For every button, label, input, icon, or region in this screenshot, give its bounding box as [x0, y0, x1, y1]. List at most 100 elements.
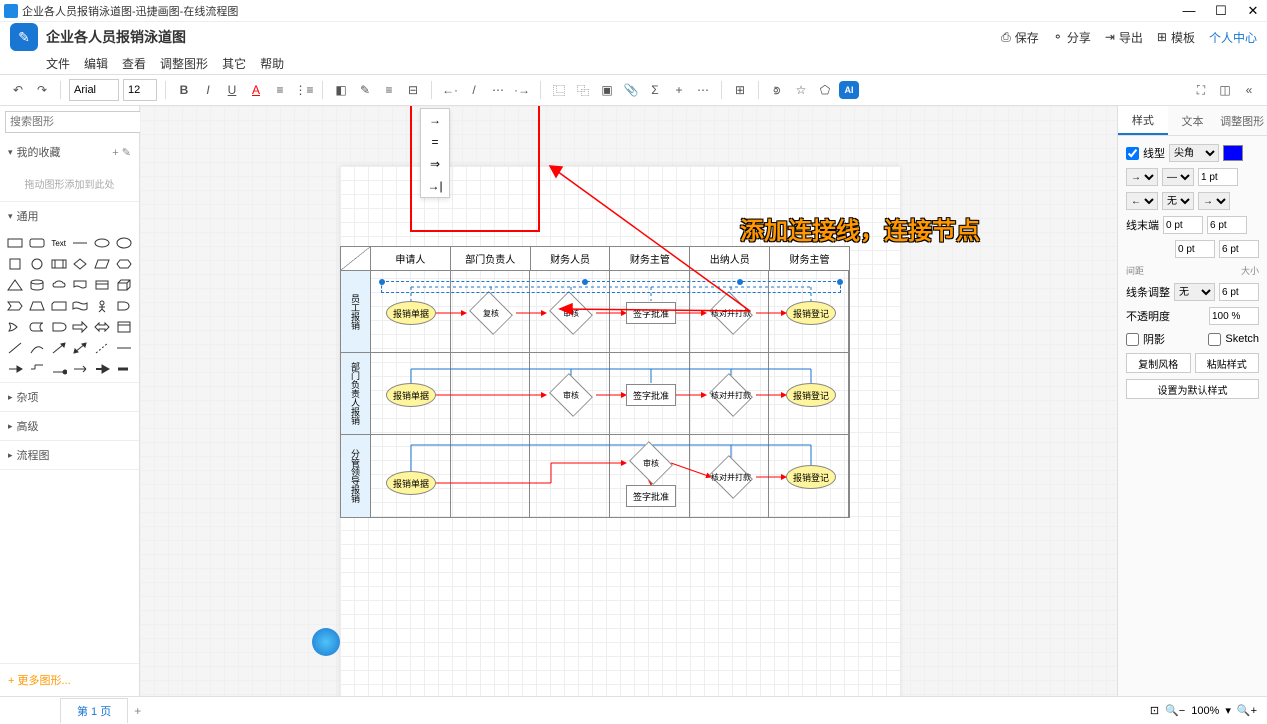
- node-apply[interactable]: 报销单据: [386, 383, 436, 407]
- align-h-button[interactable]: ≡: [379, 80, 399, 100]
- group-button[interactable]: ⿺: [549, 80, 569, 100]
- connector-arrow[interactable]: →: [421, 109, 449, 131]
- shape-cylinder[interactable]: [28, 276, 47, 294]
- swimlane[interactable]: 申请人 部门负责人 财务人员 财务主管 出纳人员 财务主管 员工报销: [340, 246, 850, 518]
- add-button[interactable]: +: [669, 80, 689, 100]
- fill-button[interactable]: ◧: [331, 80, 351, 100]
- node-review[interactable]: 复核: [471, 299, 511, 327]
- shape-darrow[interactable]: [93, 318, 112, 336]
- line-type-check[interactable]: [1126, 147, 1139, 160]
- tab-adjust[interactable]: 调整图形: [1217, 106, 1267, 135]
- list-button[interactable]: ⋮≡: [294, 80, 314, 100]
- shape-rect[interactable]: [6, 234, 25, 252]
- end-size-3[interactable]: [1175, 240, 1215, 258]
- shape-actor[interactable]: [93, 297, 112, 315]
- shape-cube[interactable]: [114, 276, 133, 294]
- shape-line2[interactable]: [6, 339, 25, 357]
- end-size-4[interactable]: [1219, 240, 1259, 258]
- shape-dash[interactable]: [93, 339, 112, 357]
- shape-note[interactable]: [114, 318, 133, 336]
- line-type-select[interactable]: 尖角: [1169, 144, 1219, 162]
- shape-process[interactable]: [49, 255, 68, 273]
- node-register[interactable]: 报销登记: [786, 301, 836, 325]
- layout-button[interactable]: ◫: [1215, 80, 1235, 100]
- assistant-avatar[interactable]: [312, 628, 340, 656]
- profile-button[interactable]: 个人中心: [1209, 29, 1257, 46]
- line-style-select[interactable]: —: [1162, 168, 1194, 186]
- menu-view[interactable]: 查看: [122, 55, 146, 72]
- shape-square[interactable]: [6, 255, 25, 273]
- menu-file[interactable]: 文件: [46, 55, 70, 72]
- shadow-check[interactable]: [1126, 333, 1139, 346]
- shape-oval[interactable]: [114, 234, 133, 252]
- shape-arrow2[interactable]: [71, 318, 90, 336]
- zoom-dropdown[interactable]: ▾: [1225, 704, 1231, 717]
- connector-thick[interactable]: ⇒: [421, 153, 449, 175]
- shape-db[interactable]: [93, 276, 112, 294]
- set-default-button[interactable]: 设置为默认样式: [1126, 379, 1259, 399]
- shape-curve[interactable]: [28, 339, 47, 357]
- shape-and[interactable]: [114, 297, 133, 315]
- undo-button[interactable]: ↶: [8, 80, 28, 100]
- arrow-start-select[interactable]: →: [1126, 168, 1158, 186]
- bold-button[interactable]: B: [174, 80, 194, 100]
- node-audit[interactable]: 审核: [631, 449, 671, 477]
- more-shapes-button[interactable]: + 更多图形...: [0, 663, 139, 696]
- node-audit[interactable]: 审核: [551, 299, 591, 327]
- italic-button[interactable]: I: [198, 80, 218, 100]
- zoom-in[interactable]: 🔍+: [1237, 704, 1257, 717]
- ungroup-button[interactable]: ⿻: [573, 80, 593, 100]
- image-button[interactable]: ▣: [597, 80, 617, 100]
- shape-conn5[interactable]: [93, 360, 112, 378]
- shape-circle[interactable]: [28, 255, 47, 273]
- shape-ellipse[interactable]: [93, 234, 112, 252]
- shape-or[interactable]: [6, 318, 25, 336]
- fullscreen-button[interactable]: ⛶: [1191, 80, 1211, 100]
- shape-cloud[interactable]: [49, 276, 68, 294]
- zoom-out[interactable]: 🔍−: [1165, 704, 1185, 717]
- node-approve[interactable]: 签字批准: [626, 485, 676, 507]
- line-fill-select[interactable]: 无: [1174, 283, 1215, 301]
- crop-button[interactable]: ⟄: [767, 80, 787, 100]
- node-audit[interactable]: 审核: [551, 381, 591, 409]
- shape-trap[interactable]: [28, 297, 47, 315]
- align-v-button[interactable]: ⊟: [403, 80, 423, 100]
- shape-arrow4[interactable]: [71, 339, 90, 357]
- shape-doc[interactable]: [71, 276, 90, 294]
- end-arrow-select[interactable]: →: [1198, 192, 1230, 210]
- share-button[interactable]: ⚬ 分享: [1053, 29, 1091, 46]
- minimize-button[interactable]: —: [1179, 3, 1199, 19]
- end-size-2[interactable]: [1207, 216, 1247, 234]
- shape-conn4[interactable]: [71, 360, 90, 378]
- shape-text[interactable]: Text: [49, 234, 68, 252]
- canvas[interactable]: 申请人 部门负责人 财务人员 财务主管 出纳人员 财务主管 员工报销: [140, 106, 1117, 696]
- favorites-header[interactable]: ▾我的收藏 + ✎: [0, 138, 139, 166]
- line-width-input[interactable]: [1198, 168, 1238, 186]
- node-apply[interactable]: 报销单据: [386, 301, 436, 325]
- line-color-button[interactable]: ✎: [355, 80, 375, 100]
- line-dash-button[interactable]: ⋯: [488, 80, 508, 100]
- save-button[interactable]: ⎙ 保存: [1001, 29, 1039, 46]
- shape-storage[interactable]: [28, 318, 47, 336]
- redo-button[interactable]: ↷: [32, 80, 52, 100]
- table-button[interactable]: ⊞: [730, 80, 750, 100]
- sketch-check[interactable]: [1208, 333, 1221, 346]
- close-button[interactable]: ✕: [1243, 3, 1263, 19]
- shape-hexagon[interactable]: [114, 255, 133, 273]
- arrow-end-button[interactable]: ·→: [512, 80, 532, 100]
- menu-adjust[interactable]: 调整图形: [160, 55, 208, 72]
- paste-style-button[interactable]: 粘贴样式: [1195, 353, 1260, 373]
- menu-other[interactable]: 其它: [222, 55, 246, 72]
- node-apply[interactable]: 报销单据: [386, 471, 436, 495]
- add-favorite-icon[interactable]: + ✎: [112, 146, 131, 159]
- node-check[interactable]: 核对并打款: [711, 299, 751, 327]
- shape-conn6[interactable]: [114, 360, 133, 378]
- misc-header[interactable]: ▸杂项: [0, 383, 139, 411]
- copy-style-button[interactable]: 复制风格: [1126, 353, 1191, 373]
- shape-step[interactable]: [6, 297, 25, 315]
- template-button[interactable]: ⊞ 模板: [1157, 29, 1195, 46]
- advanced-header[interactable]: ▸高级: [0, 412, 139, 440]
- shape-line[interactable]: [71, 234, 90, 252]
- opacity-input[interactable]: [1209, 307, 1259, 325]
- flowchart-header[interactable]: ▸流程图: [0, 441, 139, 469]
